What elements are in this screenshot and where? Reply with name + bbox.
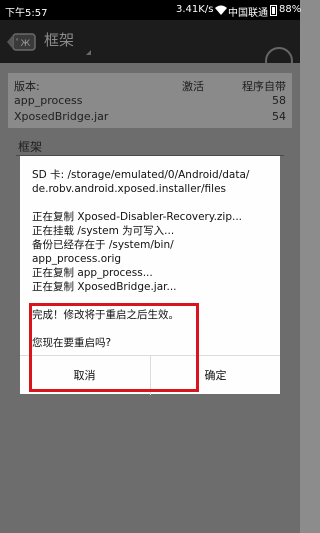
info-header-row: 版本: 激活 程序自带 <box>14 78 286 94</box>
version-info-box: 版本: 激活 程序自带 app_process 58 XposedBridge.… <box>8 73 292 128</box>
action-bar: ﾟЖ 框架 <box>0 20 300 75</box>
table-row: app_process 58 <box>14 94 286 110</box>
row-name: XposedBridge.jar <box>14 110 109 123</box>
row-bundled: 54 <box>272 110 286 123</box>
wifi-icon <box>215 5 227 15</box>
header-version: 版本: <box>14 80 40 93</box>
page-title: 框架 <box>44 31 75 49</box>
table-row: XposedBridge.jar 54 <box>14 110 286 126</box>
network-speed: 3.41K/s <box>176 4 214 15</box>
svg-text:ﾟЖ: ﾟЖ <box>16 38 31 49</box>
row-name: app_process <box>14 94 83 107</box>
dropdown-indicator-icon[interactable] <box>86 50 91 55</box>
battery-percent: 88% <box>279 4 302 15</box>
row-bundled: 58 <box>272 94 286 107</box>
header-active: 激活 <box>182 80 204 93</box>
app-icon[interactable]: ﾟЖ <box>6 28 36 56</box>
section-title: 框架 <box>18 140 43 154</box>
carrier-name: 中国联通 <box>228 8 268 19</box>
status-time: 下午5:57 <box>5 8 48 19</box>
dialog-log-text: SD 卡: /storage/emulated/0/Android/data/ … <box>32 169 250 293</box>
header-bundled: 程序自带 <box>242 80 286 93</box>
status-bar: 下午5:57 3.41K/s 中国联通 88% <box>0 0 302 20</box>
battery-icon <box>270 5 277 16</box>
annotation-box <box>29 303 199 392</box>
